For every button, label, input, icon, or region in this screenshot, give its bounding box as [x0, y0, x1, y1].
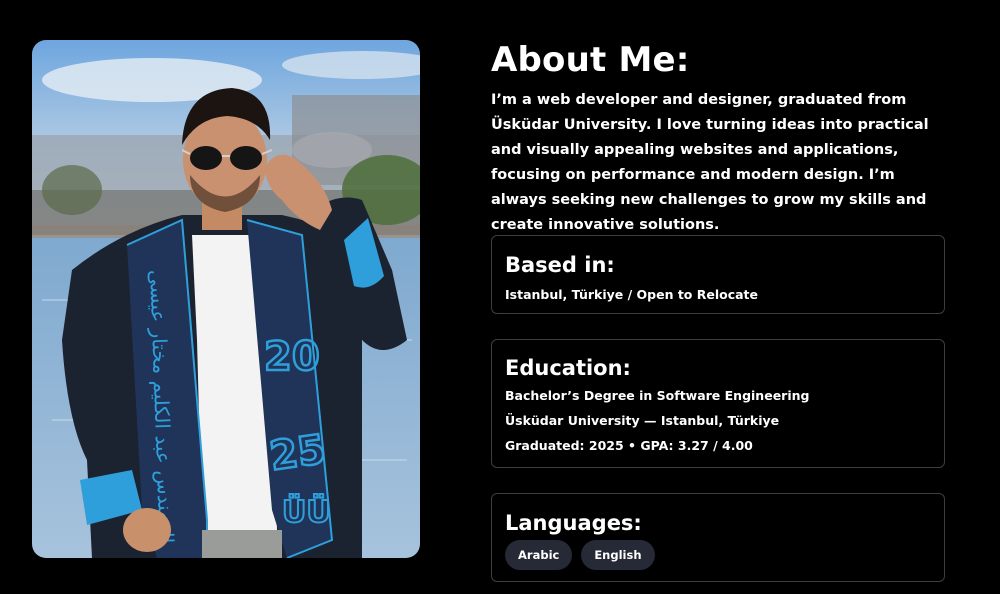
stole-initials: ÜÜ: [282, 493, 331, 530]
about-section: المهندس عبد الكليم مختار عيسى 20 25 ÜÜ A…: [0, 0, 1000, 594]
based-in-card: Based in: Istanbul, Türkiye / Open to Re…: [491, 235, 945, 314]
education-card: Education: Bachelor’s Degree in Software…: [491, 339, 945, 468]
based-in-title: Based in:: [505, 253, 615, 277]
language-chips: Arabic English: [505, 540, 931, 570]
languages-title: Languages:: [505, 511, 642, 535]
languages-card: Languages: Arabic English: [491, 493, 945, 582]
language-chip-english: English: [581, 540, 655, 570]
stole-year-bottom: 25: [267, 427, 329, 480]
education-graduation: Graduated: 2025 • GPA: 3.27 / 4.00: [505, 438, 753, 453]
education-degree: Bachelor’s Degree in Software Engineerin…: [505, 388, 810, 403]
based-in-location: Istanbul, Türkiye / Open to Relocate: [505, 287, 759, 302]
about-description: I’m a web developer and designer, gradua…: [491, 92, 929, 233]
about-block: About Me: I’m a web developer and design…: [491, 38, 951, 238]
education-school: Üsküdar University — Istanbul, Türkiye: [505, 413, 780, 428]
profile-photo: المهندس عبد الكليم مختار عيسى 20 25 ÜÜ: [32, 40, 420, 558]
stole-year-top: 20: [264, 334, 320, 380]
about-title: About Me:: [491, 40, 690, 80]
language-chip-arabic: Arabic: [505, 540, 573, 570]
education-title: Education:: [505, 356, 631, 380]
